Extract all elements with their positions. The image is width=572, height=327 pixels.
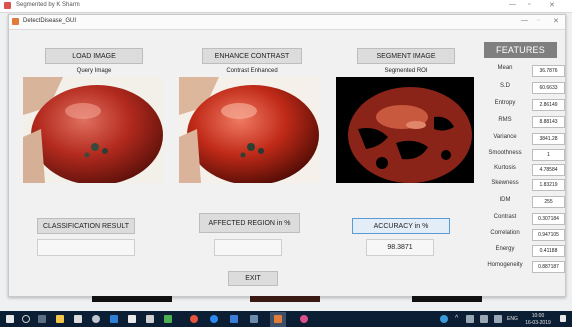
matlab-figure-icon <box>12 18 19 25</box>
clock-date[interactable]: 16-03-2019 <box>520 320 556 326</box>
volume-icon[interactable] <box>494 315 502 323</box>
tray-chevron-icon[interactable]: ^ <box>455 315 458 322</box>
classification-result-button[interactable]: CLASSIFICATION RESULT <box>37 218 135 234</box>
feature-value-contrast: 0.307184 <box>532 213 565 225</box>
feature-label-mean: Mean <box>497 65 513 71</box>
feature-label-contrast: Contrast <box>493 214 517 220</box>
settings-icon[interactable] <box>92 315 100 323</box>
segment-image-button[interactable]: SEGMENT IMAGE <box>357 48 455 64</box>
classification-result-field <box>37 239 135 256</box>
accuracy-button[interactable]: ACCURACY in % <box>352 218 450 234</box>
enhanced-image <box>179 77 319 183</box>
feature-value-rms: 8.88143 <box>532 116 565 128</box>
segmented-roi-caption: Segmented ROI <box>384 68 428 74</box>
affected-region-field <box>214 239 282 256</box>
feature-value-entropy: 2.86149 <box>532 99 565 111</box>
load-image-button[interactable]: LOAD IMAGE <box>45 48 143 64</box>
feature-label-rms: RMS <box>498 117 512 123</box>
feature-label-smoothness: Smoothness <box>488 150 522 156</box>
maximize-icon[interactable]: ▫ <box>537 17 539 24</box>
query-image <box>23 77 163 183</box>
close-icon[interactable]: ✕ <box>549 1 555 9</box>
segmented-image <box>336 77 474 183</box>
outer-window-title: Segmented by K Sharm <box>16 2 80 8</box>
feature-value-correlation: 0.947105 <box>532 229 565 241</box>
photos-icon[interactable] <box>146 315 154 323</box>
enhance-contrast-button[interactable]: ENHANCE CONTRAST <box>202 48 302 64</box>
notification-icon[interactable] <box>560 315 566 322</box>
mail-icon[interactable] <box>128 315 136 323</box>
feature-label-kurtosis: Kurtosis <box>494 165 516 171</box>
background-image-strip <box>412 296 482 302</box>
affected-region-button[interactable]: AFFECTED REGION in % <box>199 213 300 233</box>
app-icon <box>4 2 11 9</box>
minimize-icon[interactable]: — <box>509 1 516 8</box>
contrast-enhanced-caption: Contrast Enhanced <box>226 68 278 74</box>
query-image-caption: Query Image <box>76 68 112 74</box>
feature-value-variance: 3841.28 <box>532 133 565 145</box>
network-icon[interactable] <box>230 315 238 323</box>
search-icon[interactable] <box>22 315 30 323</box>
bluetooth-icon[interactable] <box>110 315 118 323</box>
window-title: DetectDisease_GUI <box>23 18 77 24</box>
people-icon[interactable] <box>440 315 448 323</box>
feature-value-energy: 0.41188 <box>532 245 565 257</box>
store-icon[interactable] <box>74 315 82 323</box>
feature-label-sd: S.D <box>499 83 510 89</box>
minimize-icon[interactable]: — <box>521 17 528 24</box>
feature-label-homogeneity: Homogeneity <box>487 262 523 268</box>
close-icon[interactable]: ✕ <box>553 17 559 25</box>
background-image-strip <box>250 296 320 302</box>
windows-icon[interactable] <box>6 315 14 323</box>
file-explorer-icon[interactable] <box>56 315 64 323</box>
calculator-icon[interactable] <box>164 315 172 323</box>
detect-disease-window: DetectDisease_GUI — ▫ ✕ LOAD IMAGE ENHAN… <box>8 14 566 297</box>
feature-value-sd: 60.6633 <box>532 82 565 94</box>
accuracy-field: 98.3871 <box>366 239 434 256</box>
clock-time[interactable]: 10:00 <box>520 313 556 319</box>
language-indicator[interactable]: ENG <box>507 316 518 322</box>
feature-value-kurtosis: 4.78584 <box>532 164 565 176</box>
feature-label-correlation: Correlation <box>490 230 520 236</box>
feature-label-idm: IDM <box>499 197 511 203</box>
feature-label-energy: Energy <box>495 246 515 252</box>
edge-icon[interactable] <box>210 315 218 323</box>
task-view-icon[interactable] <box>38 315 46 323</box>
chrome-icon[interactable] <box>190 315 198 323</box>
features-header: FEATURES <box>484 42 557 58</box>
taskbar: ^ ENG 10:00 16-03-2019 <box>0 311 572 327</box>
outer-window-titlebar: Segmented by K Sharm — ▫ ✕ <box>0 0 572 13</box>
window-titlebar: DetectDisease_GUI — ▫ ✕ <box>9 15 565 30</box>
network-tray-icon[interactable] <box>466 315 474 323</box>
feature-value-smoothness: 1 <box>532 149 565 161</box>
feature-value-idm: 255 <box>532 196 565 208</box>
maximize-icon[interactable]: ▫ <box>528 1 530 8</box>
feature-value-mean: 36.7876 <box>532 65 565 77</box>
feature-value-skewness: 1.83219 <box>532 179 565 191</box>
background-image-strip <box>92 296 172 302</box>
tool-icon[interactable] <box>250 315 258 323</box>
maps-icon[interactable] <box>300 315 308 323</box>
feature-value-homogeneity: 0.887187 <box>532 261 565 273</box>
exit-button[interactable]: EXIT <box>228 271 278 286</box>
feature-label-variance: Variance <box>493 134 517 140</box>
battery-icon[interactable] <box>480 315 488 323</box>
matlab-icon[interactable] <box>274 315 282 323</box>
feature-label-entropy: Entropy <box>494 100 516 106</box>
feature-label-skewness: Skewness <box>491 180 519 186</box>
